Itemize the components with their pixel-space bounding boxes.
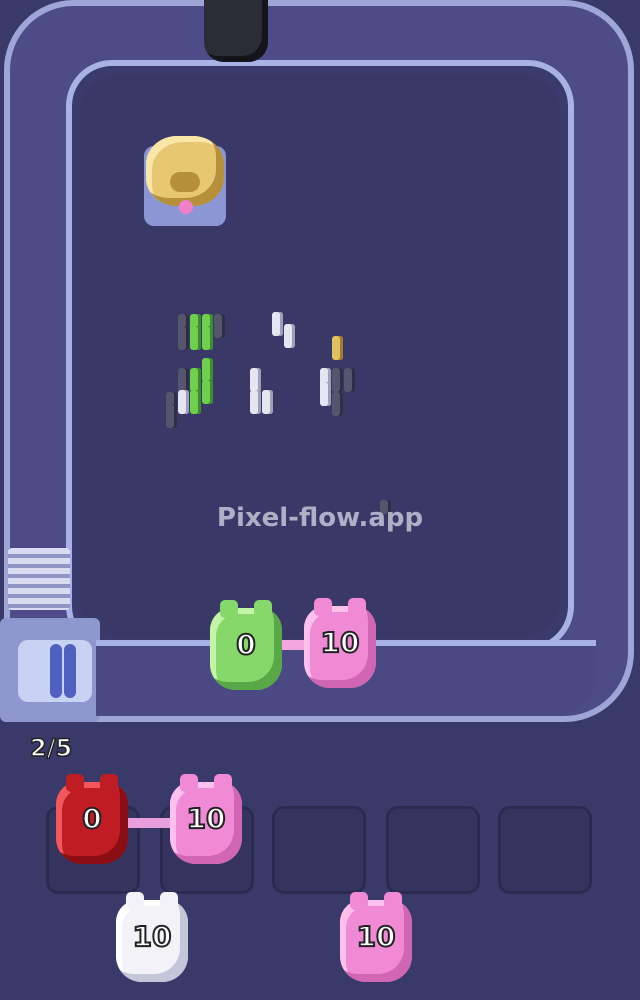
slot-pig-red[interactable]: 0 <box>56 774 128 864</box>
pixel-block <box>262 390 273 414</box>
pixel-block <box>214 314 225 338</box>
golden-pig-nose <box>170 172 200 192</box>
pixel-block <box>344 368 355 392</box>
stairs-icon <box>8 548 70 610</box>
pixel-block <box>202 358 213 382</box>
pig-count: 10 <box>320 625 361 660</box>
pixel-block <box>332 392 343 416</box>
watermark-text: Pixel-flow.app <box>216 503 424 533</box>
waiting-pig-pink[interactable]: 10 <box>340 892 412 982</box>
pixel-block <box>178 326 189 350</box>
pixel-block <box>178 390 189 414</box>
golden-pig[interactable] <box>144 136 226 226</box>
pig-slot-3[interactable] <box>272 806 366 894</box>
golden-pig-tongue <box>179 200 193 214</box>
pixel-block <box>250 368 261 392</box>
golden-pig-body <box>146 136 224 206</box>
waiting-pig-white[interactable]: 10 <box>116 892 188 982</box>
pixel-block <box>250 390 261 414</box>
pixel-block <box>202 380 213 404</box>
pixel-block <box>284 324 295 348</box>
pixel-block <box>332 336 343 360</box>
pixel-block <box>190 368 201 392</box>
slot-pig-pink[interactable]: 10 <box>170 774 242 864</box>
pixel-block <box>178 368 189 392</box>
roller-icon <box>64 644 76 698</box>
pig-count: 0 <box>81 801 102 836</box>
pixel-block <box>332 368 343 392</box>
pig-count: 10 <box>186 801 227 836</box>
pixel-block <box>320 382 331 406</box>
conveyor-pig-green: 0 <box>210 600 282 690</box>
pig-slot-4[interactable] <box>386 806 480 894</box>
pig-count: 10 <box>132 919 173 954</box>
pig-slot-5[interactable] <box>498 806 592 894</box>
pixel-block <box>202 326 213 350</box>
black-pig-entering <box>204 0 268 62</box>
pixel-block <box>190 326 201 350</box>
pixel-block <box>190 390 201 414</box>
pixel-block <box>272 312 283 336</box>
conveyor-pig-pink: 10 <box>304 598 376 688</box>
roller-icon <box>50 644 62 698</box>
pig-count: 10 <box>356 919 397 954</box>
pig-count: 0 <box>235 627 256 662</box>
queue-counter: 2/5 <box>29 733 73 763</box>
pixel-block <box>166 404 177 428</box>
